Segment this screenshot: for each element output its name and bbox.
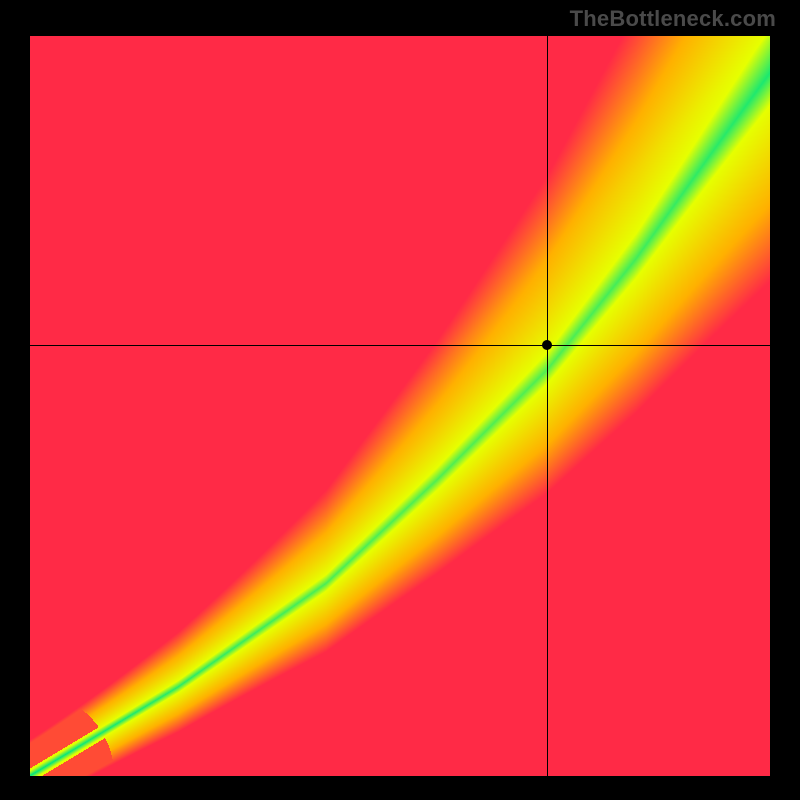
heatmap-plot [30, 36, 770, 776]
marker-dot [542, 340, 552, 350]
crosshair-horizontal [30, 345, 770, 346]
watermark-text: TheBottleneck.com [570, 6, 776, 32]
stage: TheBottleneck.com [0, 0, 800, 800]
heatmap-canvas [30, 36, 770, 776]
crosshair-vertical [547, 36, 548, 776]
